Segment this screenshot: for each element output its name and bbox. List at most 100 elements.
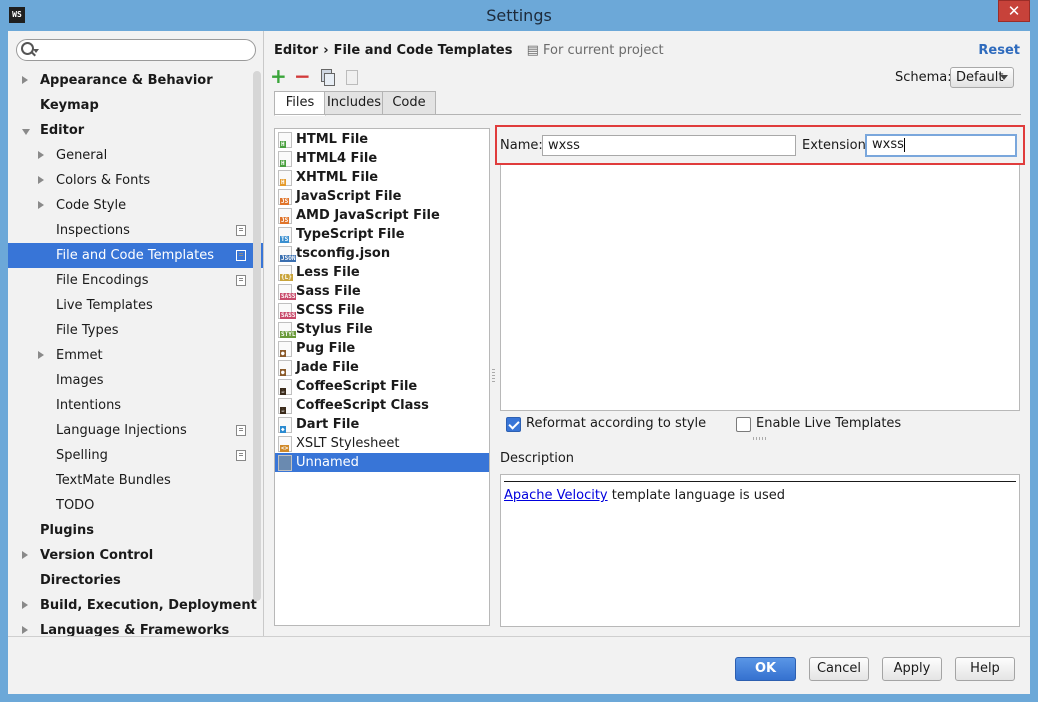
- template-name: Jade File: [296, 360, 359, 375]
- add-template-icon[interactable]: +: [270, 66, 287, 86]
- tab-code[interactable]: Code: [382, 91, 436, 115]
- sidebar-scrollbar[interactable]: [253, 71, 261, 601]
- reformat-label[interactable]: Reformat according to style: [526, 416, 706, 431]
- template-item[interactable]: ● Jade File: [275, 358, 489, 377]
- sidebar-item[interactable]: Images: [8, 368, 263, 393]
- horizontal-splitter[interactable]: [753, 437, 767, 440]
- sidebar-item[interactable]: Languages & Frameworks: [8, 618, 263, 636]
- template-item[interactable]: STYL Stylus File: [275, 320, 489, 339]
- help-button[interactable]: Help: [955, 657, 1015, 681]
- sidebar-item[interactable]: Spelling: [8, 443, 263, 468]
- chevron-right-icon[interactable]: [38, 176, 44, 184]
- file-type-icon: JS: [278, 189, 292, 205]
- sidebar-item[interactable]: Build, Execution, Deployment: [8, 593, 263, 618]
- schema-label: Schema:: [895, 70, 952, 85]
- file-type-icon: ●: [278, 341, 292, 357]
- template-name: HTML4 File: [296, 151, 378, 166]
- chevron-right-icon[interactable]: [38, 201, 44, 209]
- template-item[interactable]: ◆ Dart File: [275, 415, 489, 434]
- template-name: CoffeeScript File: [296, 379, 418, 394]
- sidebar-item[interactable]: Language Injections: [8, 418, 263, 443]
- sidebar-item[interactable]: General: [8, 143, 263, 168]
- ok-button[interactable]: OK: [735, 657, 796, 681]
- template-item[interactable]: TS TypeScript File: [275, 225, 489, 244]
- file-type-icon: JSON: [278, 246, 297, 262]
- template-item[interactable]: JS AMD JavaScript File: [275, 206, 489, 225]
- template-item[interactable]: H HTML4 File: [275, 149, 489, 168]
- file-type-icon: <>: [278, 436, 292, 452]
- template-list[interactable]: H HTML File H HTML4 File H XHTML File JS JavaSc…: [274, 128, 490, 626]
- footer-divider: [8, 636, 1030, 637]
- breadcrumb: Editor › File and Code Templates ▤ For cur…: [274, 43, 664, 58]
- settings-sidebar: Appearance & Behavior Keymap Editor General…: [8, 31, 264, 636]
- search-history-icon[interactable]: [33, 49, 39, 53]
- name-input[interactable]: wxss: [542, 135, 796, 156]
- chevron-right-icon[interactable]: [22, 551, 28, 559]
- sidebar-item[interactable]: Emmet: [8, 343, 263, 368]
- chevron-down-icon[interactable]: [22, 129, 30, 135]
- sidebar-item[interactable]: TODO: [8, 493, 263, 518]
- sidebar-item[interactable]: Intentions: [8, 393, 263, 418]
- sidebar-item[interactable]: Editor: [8, 118, 263, 143]
- reset-link[interactable]: Reset: [978, 43, 1020, 58]
- chevron-down-icon: [1000, 75, 1008, 80]
- chevron-right-icon[interactable]: [22, 76, 28, 84]
- sidebar-item[interactable]: TextMate Bundles: [8, 468, 263, 493]
- sidebar-item[interactable]: Keymap: [8, 93, 263, 118]
- sidebar-item-label: General: [56, 148, 108, 163]
- file-type-tag: JS: [280, 198, 290, 205]
- chevron-right-icon[interactable]: [22, 601, 28, 609]
- chevron-right-icon[interactable]: [38, 351, 44, 359]
- template-item[interactable]: ☕ CoffeeScript File: [275, 377, 489, 396]
- search-input[interactable]: [16, 39, 256, 61]
- remove-template-icon[interactable]: −: [294, 66, 311, 86]
- live-templates-checkbox[interactable]: [736, 417, 751, 432]
- template-item[interactable]: JS JavaScript File: [275, 187, 489, 206]
- template-item[interactable]: H HTML File: [275, 130, 489, 149]
- copy-template-icon[interactable]: [319, 69, 335, 86]
- sidebar-item-label: Inspections: [56, 223, 130, 238]
- cancel-button[interactable]: Cancel: [809, 657, 869, 681]
- chevron-right-icon[interactable]: [38, 151, 44, 159]
- close-button[interactable]: ✕: [998, 0, 1030, 22]
- template-editor[interactable]: [500, 165, 1020, 411]
- sidebar-item[interactable]: Code Style: [8, 193, 263, 218]
- schema-dropdown[interactable]: Default: [950, 67, 1014, 88]
- sidebar-item[interactable]: Appearance & Behavior: [8, 68, 263, 93]
- live-templates-label[interactable]: Enable Live Templates: [756, 416, 901, 431]
- template-name: XSLT Stylesheet: [296, 436, 400, 451]
- apache-velocity-link[interactable]: Apache Velocity: [504, 488, 608, 503]
- sidebar-item[interactable]: File Types: [8, 318, 263, 343]
- sidebar-item[interactable]: File Encodings: [8, 268, 263, 293]
- extension-input[interactable]: wxss: [865, 134, 1017, 157]
- tab-includes[interactable]: Includes: [324, 91, 384, 115]
- reformat-checkbox[interactable]: [506, 417, 521, 432]
- template-item[interactable]: SASS Sass File: [275, 282, 489, 301]
- chevron-right-icon[interactable]: [22, 626, 28, 634]
- sidebar-item[interactable]: Directories: [8, 568, 263, 593]
- reset-template-icon[interactable]: [344, 69, 360, 85]
- template-name: Stylus File: [296, 322, 373, 337]
- sidebar-item-label: Build, Execution, Deployment: [40, 598, 257, 613]
- sidebar-item[interactable]: File and Code Templates: [8, 243, 263, 268]
- sidebar-item[interactable]: Version Control: [8, 543, 263, 568]
- template-item[interactable]: {L} Less File: [275, 263, 489, 282]
- template-item[interactable]: <> XSLT Stylesheet: [275, 434, 489, 453]
- vertical-splitter[interactable]: [492, 369, 495, 383]
- sidebar-item[interactable]: Plugins: [8, 518, 263, 543]
- template-name: Unnamed: [296, 455, 359, 470]
- sidebar-item[interactable]: Inspections: [8, 218, 263, 243]
- apply-button[interactable]: Apply: [882, 657, 942, 681]
- template-item[interactable]: H XHTML File: [275, 168, 489, 187]
- template-item[interactable]: ● Pug File: [275, 339, 489, 358]
- tab-files[interactable]: Files: [274, 91, 326, 116]
- settings-window: WS Settings ✕ Appearance & Behavior Keyma…: [0, 0, 1038, 702]
- sidebar-item[interactable]: Live Templates: [8, 293, 263, 318]
- sidebar-item[interactable]: Colors & Fonts: [8, 168, 263, 193]
- title-bar[interactable]: WS Settings ✕: [0, 0, 1038, 31]
- file-type-icon: ●: [278, 360, 292, 376]
- template-item[interactable]: SASS SCSS File: [275, 301, 489, 320]
- template-item[interactable]: ☕ CoffeeScript Class: [275, 396, 489, 415]
- template-item[interactable]: Unnamed: [275, 453, 489, 472]
- template-item[interactable]: JSON tsconfig.json: [275, 244, 489, 263]
